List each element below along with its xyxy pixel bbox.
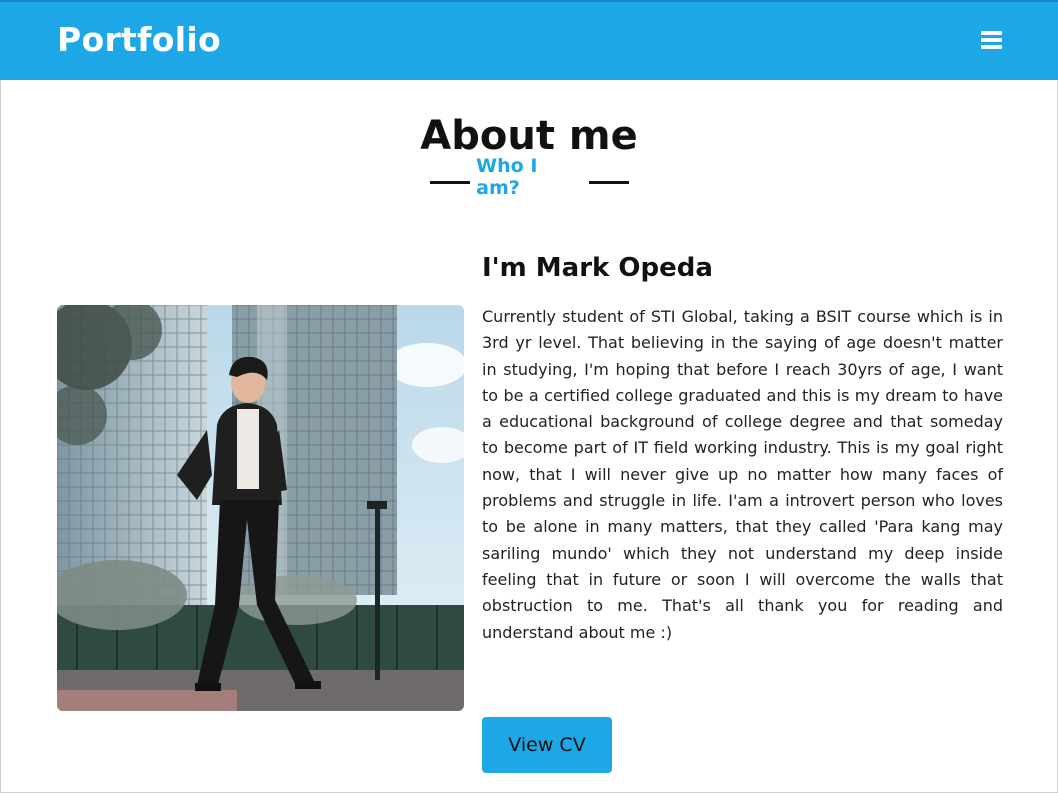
brand-logo[interactable]: Portfolio <box>57 20 221 59</box>
section-title: About me <box>420 113 638 159</box>
profile-photo <box>57 305 464 711</box>
profile-bio: Currently student of STI Global, taking … <box>482 307 1003 642</box>
section-subtitle: Who I am? <box>476 155 538 199</box>
subtitle-row: Who I am? <box>430 155 629 199</box>
profile-name: I'm Mark Opeda <box>482 253 713 283</box>
subtitle-right-divider <box>588 181 629 184</box>
view-cv-button[interactable]: View CV <box>482 717 612 773</box>
subtitle-left-divider <box>430 181 471 184</box>
hamburger-menu-icon[interactable] <box>977 28 1007 54</box>
navbar: Portfolio <box>0 0 1058 80</box>
